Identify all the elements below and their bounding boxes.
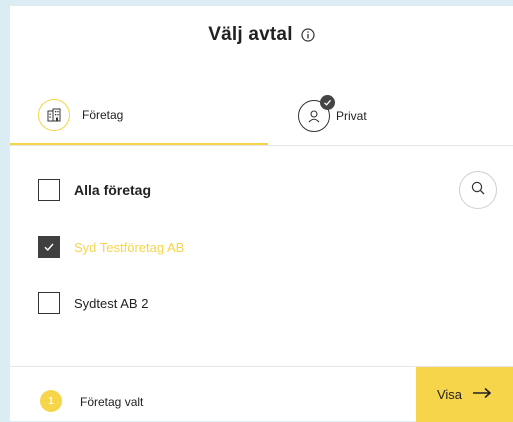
tab-privat[interactable]: Privat bbox=[268, 86, 513, 145]
arrow-right-icon bbox=[472, 386, 492, 404]
tab-foretag-label: Företag bbox=[82, 107, 124, 122]
checkbox[interactable] bbox=[38, 292, 60, 314]
list-item-label: Alla företag bbox=[74, 182, 152, 198]
tab-bar: Företag Privat bbox=[10, 86, 513, 146]
person-icon bbox=[298, 94, 335, 132]
company-list: Alla företag Syd Testföretag AB Sydtest … bbox=[10, 146, 513, 366]
selected-count-badge: 1 bbox=[40, 390, 62, 412]
list-item-label: Sydtest AB 2 bbox=[74, 295, 149, 311]
building-icon bbox=[38, 98, 70, 131]
search-icon bbox=[470, 180, 486, 201]
list-item-syd-testforetag[interactable]: Syd Testföretag AB bbox=[38, 236, 184, 258]
visa-button-label: Visa bbox=[436, 387, 463, 402]
footer: 1 Företag valt Visa bbox=[10, 366, 513, 422]
list-item-sydtest-ab-2[interactable]: Sydtest AB 2 bbox=[38, 292, 148, 314]
tab-privat-label: Privat bbox=[336, 108, 367, 123]
check-badge-icon bbox=[320, 94, 335, 110]
page-title: Välj avtal bbox=[208, 24, 293, 45]
search-button[interactable] bbox=[459, 171, 497, 209]
tab-foretag[interactable]: Företag bbox=[10, 86, 268, 145]
checkbox[interactable] bbox=[38, 179, 60, 201]
checkbox-checked[interactable] bbox=[38, 236, 60, 258]
selected-count-label: Företag valt bbox=[80, 395, 144, 409]
visa-button[interactable]: Visa bbox=[416, 367, 513, 422]
list-item-label: Syd Testföretag AB bbox=[74, 239, 185, 255]
header: Välj avtal bbox=[10, 6, 513, 64]
agreement-selector-panel: Välj avtal Företag Privat Alla företag S… bbox=[10, 6, 513, 422]
list-item-alla-foretag[interactable]: Alla företag bbox=[38, 179, 151, 201]
info-icon[interactable] bbox=[301, 28, 315, 42]
